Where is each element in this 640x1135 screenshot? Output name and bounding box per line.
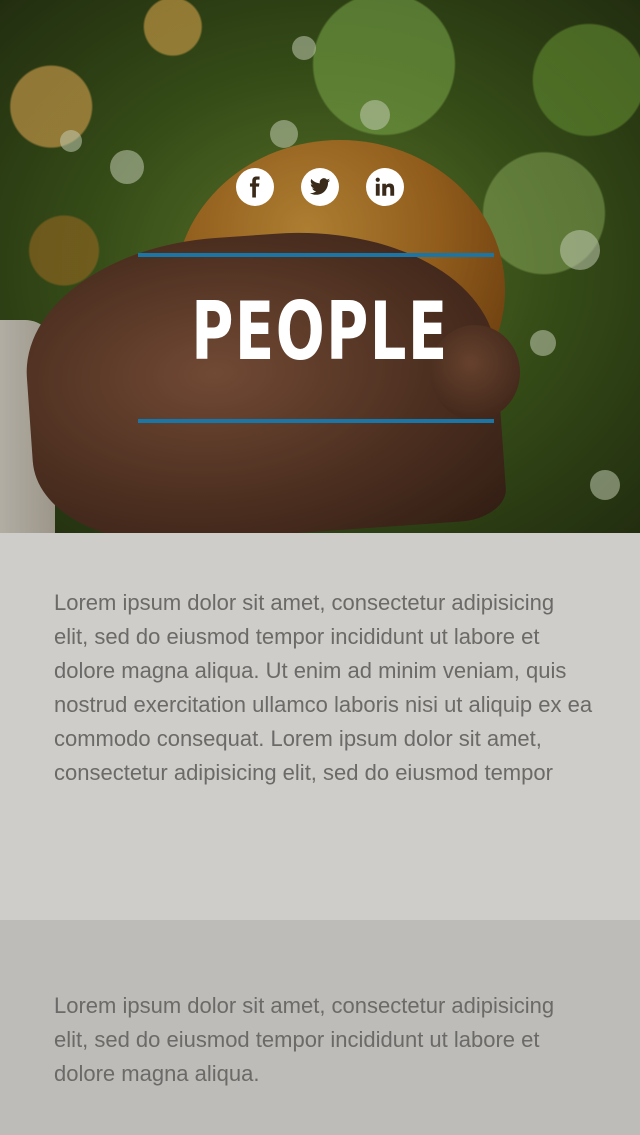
twitter-button[interactable] <box>301 168 339 206</box>
linkedin-icon <box>375 177 395 196</box>
hero-overlay <box>0 0 640 533</box>
facebook-icon <box>249 176 260 198</box>
linkedin-button[interactable] <box>366 168 404 206</box>
facebook-button[interactable] <box>236 168 274 206</box>
page-title: PEOPLE <box>191 285 449 378</box>
title-rule-bottom <box>138 419 494 423</box>
content-section-1: Lorem ipsum dolor sit amet, consectetur … <box>0 533 640 920</box>
content-section-2: Lorem ipsum dolor sit amet, consectetur … <box>0 920 640 1135</box>
title-rule-top <box>138 253 494 257</box>
section-1-text: Lorem ipsum dolor sit amet, consectetur … <box>54 590 593 785</box>
twitter-icon <box>309 178 331 195</box>
hero-banner: PEOPLE <box>0 0 640 533</box>
section-2-text: Lorem ipsum dolor sit amet, consectetur … <box>54 993 555 1086</box>
social-links <box>0 168 640 206</box>
